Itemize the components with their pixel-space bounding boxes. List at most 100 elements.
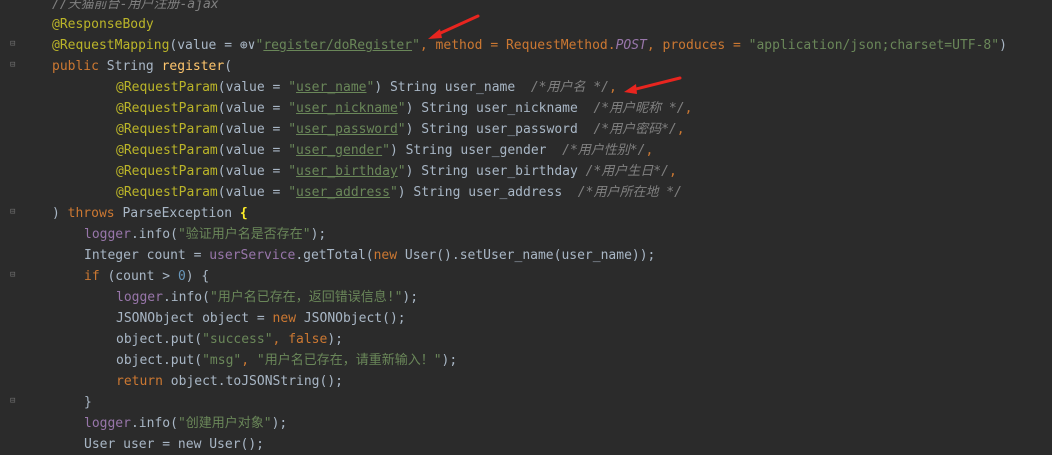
string-literal: "用户名已存在，请重新输入！" [256, 353, 442, 368]
code-line-put-msg: object.put("msg", "用户名已存在，请重新输入！"); [116, 350, 457, 371]
field: logger [116, 290, 163, 305]
string-literal: "创建用户对象" [177, 416, 272, 431]
quote: " [412, 38, 420, 53]
field: logger [84, 416, 131, 431]
string-literal: "验证用户名是否存在" [177, 227, 311, 242]
code-text: , [241, 353, 257, 368]
code-text: .info( [130, 227, 178, 242]
code-text: ) [374, 80, 383, 95]
red-arrow-icon [428, 14, 480, 39]
code-text: object.toJSONString(); [162, 374, 343, 389]
field: userService [209, 248, 296, 263]
code-text: , [272, 332, 289, 347]
number: 0 [177, 269, 186, 284]
code-text: .info( [162, 290, 210, 305]
string-literal: "application/json;charset=UTF-8" [748, 38, 1000, 53]
param-type: String user_password [413, 122, 594, 137]
quote: " [288, 80, 297, 95]
fold-marker-icon[interactable]: ⊟ [10, 61, 19, 70]
code-text: (value = [217, 143, 289, 158]
quote: " [288, 185, 297, 200]
keyword: false [288, 332, 328, 347]
param-type: String user_birthday [413, 164, 586, 179]
brace: } [84, 395, 92, 410]
code-text: .getTotal( [295, 248, 374, 263]
keyword: new [373, 248, 398, 263]
code-text: (value = [217, 122, 289, 137]
keyword: if [84, 269, 100, 284]
code-text: , [676, 122, 685, 137]
annotation: @RequestParam [116, 80, 218, 95]
fold-marker-icon[interactable]: ⊟ [10, 208, 19, 217]
param-name-url[interactable]: user_nickname [296, 101, 398, 116]
code-text: ) [999, 38, 1007, 53]
annotation: @RequestParam [116, 101, 218, 116]
code-line-method-signature: public String register( [52, 56, 232, 77]
code-text: , [645, 143, 654, 158]
red-arrow-icon [624, 76, 682, 94]
code-text: , [684, 101, 693, 116]
keyword: throws [67, 206, 115, 221]
string-literal: "success" [202, 332, 273, 347]
code-text: ); [402, 290, 419, 305]
param-name-url[interactable]: user_birthday [296, 164, 398, 179]
code-text: String [98, 59, 162, 74]
param-name-url[interactable]: user_gender [296, 143, 382, 158]
comment: //天猫前台-用户注册-ajax [52, 0, 219, 12]
code-line-request-param: @RequestParam(value = "user_gender") Str… [116, 140, 653, 161]
mapping-url[interactable]: register/doRegister [263, 38, 412, 53]
quote: " [397, 164, 406, 179]
code-line-logger: logger.info("用户名已存在，返回错误信息!"); [116, 287, 418, 308]
annotation: @RequestParam [116, 164, 218, 179]
param-type: String user_name [382, 80, 531, 95]
code-editor[interactable]: ⊟ ⊟ ⊟ ⊟ ⊟ //天猫前台-用户注册-ajax @ResponseBody… [0, 0, 1052, 452]
code-text: User().setUser_name(user_name)); [397, 248, 656, 263]
code-text: JSONObject(); [296, 311, 406, 326]
code-text: (value = [217, 101, 289, 116]
code-line-request-param: @RequestParam(value = "user_birthday") S… [116, 161, 677, 182]
code-text: object.put( [116, 332, 203, 347]
code-line-put-success: object.put("success", false); [116, 329, 343, 350]
code-text: , produces = [646, 38, 749, 53]
quote: " [389, 185, 398, 200]
code-text: (value = [217, 80, 289, 95]
param-name-url[interactable]: user_address [296, 185, 390, 200]
comment: /*用户名 */ [530, 80, 609, 95]
code-line-annotation: @ResponseBody [52, 14, 154, 35]
code-text: ); [327, 332, 343, 347]
comment: /*用户所在地 */ [577, 185, 682, 200]
param-type: String user_gender [397, 143, 563, 158]
param-name-url[interactable]: user_name [296, 80, 366, 95]
code-text: ) { [185, 269, 210, 284]
code-text: ); [310, 227, 327, 242]
fold-marker-icon[interactable]: ⊟ [10, 397, 19, 406]
code-line-request-param: @RequestParam(value = "user_address") St… [116, 182, 682, 203]
code-text: ( [224, 59, 233, 74]
keyword: public [52, 59, 99, 74]
brace: { [239, 206, 248, 221]
code-text: object.put( [116, 353, 203, 368]
globe-icon[interactable]: ⊕∨ [240, 38, 256, 53]
fold-marker-icon[interactable]: ⊟ [10, 40, 19, 49]
annotation: @ResponseBody [52, 17, 154, 32]
param-name-url[interactable]: user_password [296, 122, 398, 137]
param-type: String user_nickname [413, 101, 594, 116]
constant: POST [615, 38, 647, 53]
code-line-request-mapping: @RequestMapping(value = ⊕∨ "register/doRe… [52, 35, 1007, 56]
code-text: (value = [169, 38, 240, 53]
string-literal: "用户名已存在，返回错误信息!" [209, 290, 403, 305]
code-text: Integer count = [84, 248, 210, 263]
code-text: ); [271, 416, 288, 431]
code-line-request-param: @RequestParam(value = "user_name") Strin… [116, 77, 617, 98]
annotation: @RequestMapping [52, 38, 170, 53]
quote: " [288, 101, 297, 116]
keyword: new [272, 311, 297, 326]
quote: " [397, 101, 406, 116]
code-line-json-object: JSONObject object = new JSONObject(); [116, 308, 406, 329]
fold-marker-icon[interactable]: ⊟ [10, 271, 19, 280]
code-text: ) [397, 185, 406, 200]
code-line-logger: logger.info("验证用户名是否存在"); [84, 224, 326, 245]
code-line-return: return object.toJSONString(); [116, 371, 343, 392]
code-text: .info( [130, 416, 178, 431]
comment: /*用户生日*/ [585, 164, 669, 179]
